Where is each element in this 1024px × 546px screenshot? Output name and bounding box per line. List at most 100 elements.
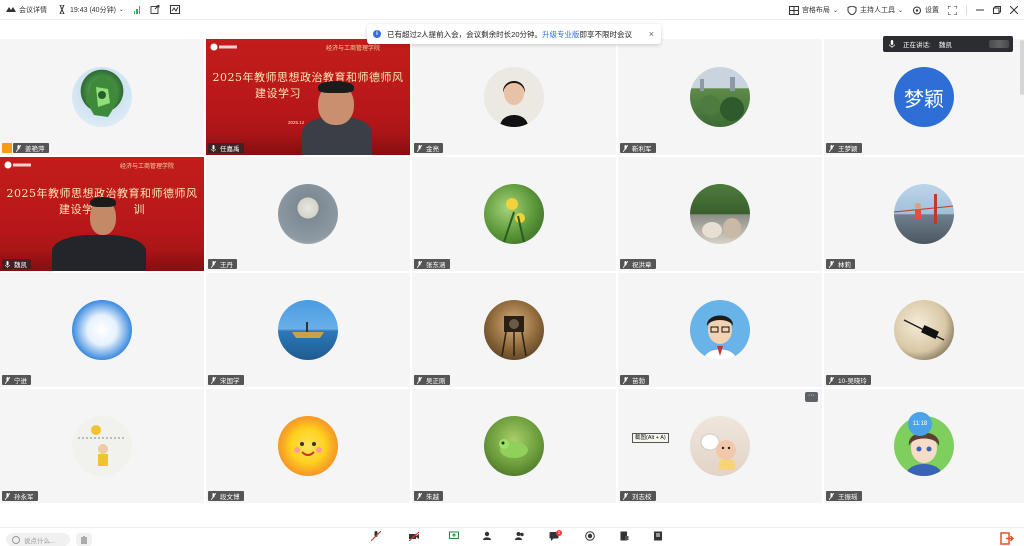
participant-name: 朱越: [426, 494, 439, 501]
participant-tile[interactable]: 苗勃: [618, 273, 822, 387]
fullscreen-icon[interactable]: [948, 5, 957, 15]
time-info[interactable]: 19:43 (40分钟) ⌄: [57, 5, 124, 15]
participant-tile[interactable]: 林莉: [824, 157, 1024, 271]
chevron-down-icon: ⌄: [897, 7, 903, 14]
video-toggle-button[interactable]: [402, 531, 426, 546]
participant-name-tag: 宋国学: [208, 375, 244, 385]
avatar: [894, 300, 954, 360]
participant-tile[interactable]: 梦颖 王梦颖: [824, 39, 1024, 155]
add-user-icon: [483, 531, 491, 540]
participant-name: 魏凯: [14, 262, 27, 269]
mic-muted-icon: [829, 492, 834, 500]
mic-muted-icon: [5, 492, 10, 500]
participant-name-tag: 王梦颖: [826, 143, 862, 153]
smile-icon: [12, 535, 20, 544]
avatar: [690, 184, 750, 244]
mic-muted-icon: [829, 376, 834, 384]
participant-tile[interactable]: 靳利军: [618, 39, 822, 155]
baby-cat-image: [700, 433, 736, 470]
mic-muted-icon: [623, 144, 628, 152]
school-name: 经济与工商管理学院: [119, 163, 174, 170]
participant-tile[interactable]: 刘志校: [618, 389, 822, 503]
school-logo: [4, 161, 34, 169]
meeting-details-button[interactable]: 会议详情: [6, 5, 47, 15]
mic-toggle-button[interactable]: [364, 531, 388, 546]
participant-tile[interactable]: 祝洪章: [618, 157, 822, 271]
share-link-button[interactable]: [150, 5, 160, 14]
leave-meeting-icon[interactable]: [998, 531, 1014, 546]
participant-tile[interactable]: 经济与工商管理学院 2025年教师思想政治教育和师德师风 建设学习 2025.1…: [206, 39, 410, 155]
cat-scene-image: [702, 218, 741, 238]
restore-icon[interactable]: [993, 6, 1001, 14]
participant-tile-active-speaker[interactable]: 经济与工商管理学院 2025年教师思想政治教育和师德师风 建设学训 魏凯: [0, 157, 204, 271]
record-button[interactable]: [578, 531, 602, 546]
shared-slide: 经济与工商管理学院 2025年教师思想政治教育和师德师风 建设学习 2025.1…: [206, 39, 410, 155]
mic-muted-icon: [371, 531, 381, 541]
notice-text: 已有超过2人提前入会，会议剩余时长20分钟。: [387, 29, 543, 39]
participants-button[interactable]: [508, 531, 532, 546]
mic-muted-icon: [829, 260, 834, 268]
participant-name-tag: 姜艳萍: [13, 143, 49, 153]
participant-tile[interactable]: 孙永军: [0, 389, 204, 503]
chat-button[interactable]: 1: [542, 530, 566, 546]
participant-name: 宁进: [14, 378, 27, 385]
signal-indicator[interactable]: [133, 5, 141, 14]
close-icon[interactable]: [1010, 6, 1018, 14]
robot-image: [86, 75, 118, 117]
recording-button[interactable]: [170, 5, 181, 14]
participant-tile[interactable]: 10-吴晓玲: [824, 273, 1024, 387]
invite-button[interactable]: [476, 531, 500, 546]
participant-tile[interactable]: 王振瑶: [824, 389, 1024, 503]
ai-notes-button[interactable]: [612, 531, 636, 546]
minimize-icon[interactable]: [976, 6, 984, 14]
avatar: [690, 67, 750, 127]
participant-name-tag: 任嘉禹: [208, 143, 244, 153]
camera-image: [501, 316, 527, 357]
avatar: [484, 300, 544, 360]
share-screen-button[interactable]: [442, 531, 466, 546]
participant-tile[interactable]: 金亮: [412, 39, 616, 155]
top-right-controls: 宫格布局 ⌄ 主持人工具 ⌄ 设置: [788, 0, 1018, 20]
participant-tile[interactable]: 宋国学: [206, 273, 410, 387]
participant-tile[interactable]: 朱越: [412, 389, 616, 503]
chevron-down-icon: ⌄: [832, 7, 838, 14]
participant-tile[interactable]: 段文博: [206, 389, 410, 503]
participant-tile[interactable]: 宁进: [0, 273, 204, 387]
apps-button[interactable]: [646, 531, 670, 546]
unread-badge: 1: [556, 530, 562, 536]
more-options-button[interactable]: ···: [805, 392, 818, 402]
participant-name-tag: 朱越: [414, 491, 443, 501]
participant-tile[interactable]: 姜艳萍: [0, 39, 204, 155]
participant-name: 孙永军: [14, 494, 34, 501]
mic-muted-icon: [623, 492, 628, 500]
mic-muted-icon: [829, 144, 834, 152]
plant-image: [503, 198, 525, 243]
avatar: 梦颖: [894, 67, 954, 127]
record-icon: [585, 531, 595, 541]
host-tools-button[interactable]: 主持人工具 ⌄: [847, 5, 903, 15]
scrollbar[interactable]: [1020, 40, 1024, 95]
avatar: [72, 300, 132, 360]
participant-name-tag: 祝洪章: [620, 259, 656, 269]
bottom-toolbar: 说点什么... 1: [0, 527, 1024, 546]
mic-muted-icon: [623, 376, 628, 384]
apps-icon: [654, 531, 662, 541]
participant-name: 苗勃: [632, 378, 645, 385]
participant-tile[interactable]: 张东涵: [412, 157, 616, 271]
participant-name: 王丹: [220, 262, 233, 269]
participant-tile[interactable]: 吴正刚: [412, 273, 616, 387]
participant-name: 靳利军: [632, 146, 652, 153]
layout-button[interactable]: 宫格布局 ⌄: [788, 5, 838, 15]
close-icon[interactable]: ×: [649, 29, 654, 39]
participant-name-tag: 苗勃: [620, 375, 649, 385]
upgrade-link[interactable]: 升级专业版: [542, 29, 580, 40]
chat-input[interactable]: 说点什么...: [6, 533, 70, 546]
bridge-runner-image: [894, 194, 954, 224]
participant-name-tag: 魏凯: [2, 259, 31, 269]
settings-button[interactable]: 设置: [912, 5, 939, 15]
meeting-notice-banner: i 已有超过2人提前入会，会议剩余时长20分钟。 升级专业版 即享不限时会议 ×: [367, 24, 661, 44]
participant-name-tag: 王振瑶: [826, 491, 862, 501]
participant-tile[interactable]: 王丹: [206, 157, 410, 271]
raise-hand-button[interactable]: [76, 533, 92, 546]
volleyball-image: [78, 425, 126, 466]
